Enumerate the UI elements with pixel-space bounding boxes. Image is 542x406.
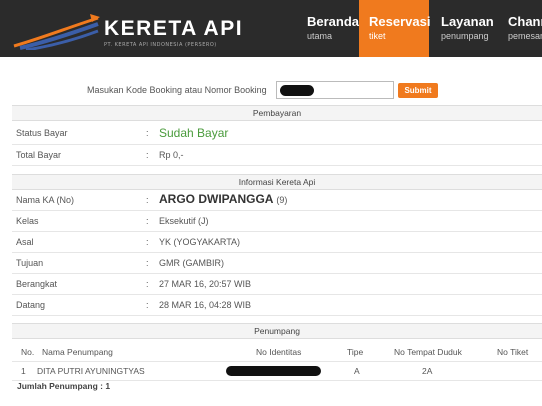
nav-reservasi[interactable]: Reservasi tiket (359, 0, 431, 57)
nama-ka-row: Nama KA (No) : ARGO DWIPANGGA (9) (12, 190, 542, 211)
nama-ka-colon: : (146, 195, 149, 205)
status-bayar-colon: : (146, 128, 149, 138)
booking-search-label: Masukan Kode Booking atau Nomor Booking (87, 85, 267, 95)
berangkat-label: Berangkat (16, 279, 58, 289)
berangkat-row: Berangkat : 27 MAR 16, 20:57 WIB (12, 274, 542, 295)
train-logo-icon (13, 14, 100, 50)
nav-channel-title: Channel (508, 14, 542, 29)
asal-label: Asal (16, 237, 34, 247)
nama-ka-number: (9) (276, 195, 288, 205)
nama-ka-label: Nama KA (No) (16, 195, 75, 205)
nav-beranda[interactable]: Beranda utama (297, 0, 359, 57)
logo-subtitle: PT. KERETA API INDONESIA (PERSERO) (104, 42, 217, 48)
jumlah-penumpang: Jumlah Penumpang : 1 (17, 381, 111, 391)
submit-button[interactable]: Submit (398, 83, 438, 98)
col-tiket: No Tiket (497, 347, 529, 357)
status-bayar-row: Status Bayar : Sudah Bayar (12, 121, 542, 145)
tujuan-label: Tujuan (16, 258, 44, 268)
penumpang-section: Penumpang (12, 323, 542, 339)
nav-beranda-title: Beranda (307, 14, 360, 29)
total-bayar-row: Total Bayar : Rp 0,- (12, 145, 542, 166)
nav-layanan[interactable]: Layanan penumpang (431, 0, 499, 57)
status-bayar-label: Status Bayar (16, 128, 68, 138)
penumpang-table: No. Nama Penumpang No Identitas Tipe No … (12, 343, 542, 381)
datang-colon: : (146, 300, 149, 310)
kelas-value: Eksekutif (J) (159, 216, 209, 226)
asal-colon: : (146, 237, 149, 247)
datang-label: Datang (16, 300, 46, 310)
redaction-mark (280, 85, 314, 96)
nav-reservasi-sub: tiket (369, 31, 386, 41)
status-bayar-value: Sudah Bayar (159, 126, 229, 140)
asal-value: YK (YOGYAKARTA) (159, 237, 241, 247)
datang-value: 28 MAR 16, 04:28 WIB (159, 300, 252, 310)
cell-tipe: A (354, 366, 360, 376)
col-no: No. (21, 347, 35, 357)
cell-no: 1 (21, 366, 26, 376)
total-bayar-value: Rp 0,- (159, 150, 184, 160)
berangkat-colon: : (146, 279, 149, 289)
kereta-info-section: Informasi Kereta Api Nama KA (No) : ARGO… (12, 174, 542, 316)
col-tipe: Tipe (347, 347, 364, 357)
cell-tempat-duduk: 2A (422, 366, 433, 376)
col-tempat-duduk: No Tempat Duduk (394, 347, 462, 357)
nav-channel-sub: pemesanan (508, 31, 542, 41)
berangkat-value: 27 MAR 16, 20:57 WIB (159, 279, 252, 289)
asal-row: Asal : YK (YOGYAKARTA) (12, 232, 542, 253)
nav-layanan-title: Layanan (441, 14, 494, 29)
kelas-colon: : (146, 216, 149, 226)
nama-ka-name: ARGO DWIPANGGA (159, 192, 273, 206)
kelas-row: Kelas : Eksekutif (J) (12, 211, 542, 232)
table-row: 1 DITA PUTRI AYUNINGTYAS A 2A (12, 362, 542, 381)
kereta-api-logo[interactable]: KERETA API PT. KERETA API INDONESIA (PER… (12, 8, 242, 52)
penumpang-header: Penumpang (12, 323, 542, 339)
nav-reservasi-title: Reservasi (369, 14, 431, 29)
kelas-label: Kelas (16, 216, 39, 226)
tujuan-colon: : (146, 258, 149, 268)
pembayaran-section: Pembayaran Status Bayar : Sudah Bayar To… (12, 105, 542, 166)
col-nama: Nama Penumpang (42, 347, 113, 357)
tujuan-row: Tujuan : GMR (GAMBIR) (12, 253, 542, 274)
booking-search-row: Masukan Kode Booking atau Nomor Booking … (0, 81, 542, 101)
pembayaran-header: Pembayaran (12, 105, 542, 121)
table-header-row: No. Nama Penumpang No Identitas Tipe No … (12, 343, 542, 362)
nav-layanan-sub: penumpang (441, 31, 489, 41)
total-bayar-label: Total Bayar (16, 150, 62, 160)
nav-beranda-sub: utama (307, 31, 333, 41)
datang-row: Datang : 28 MAR 16, 04:28 WIB (12, 295, 542, 316)
nav-channel[interactable]: Channel pemesanan (498, 0, 542, 57)
logo-text: KERETA API (104, 17, 244, 40)
total-bayar-colon: : (146, 150, 149, 160)
nama-ka-value: ARGO DWIPANGGA (9) (159, 192, 287, 206)
tujuan-value: GMR (GAMBIR) (159, 258, 224, 268)
kereta-info-header: Informasi Kereta Api (12, 174, 542, 190)
redaction-mark (226, 366, 321, 376)
col-identitas: No Identitas (256, 347, 302, 357)
top-navigation-bar: KERETA API PT. KERETA API INDONESIA (PER… (0, 0, 542, 57)
cell-nama: DITA PUTRI AYUNINGTYAS (37, 366, 145, 376)
